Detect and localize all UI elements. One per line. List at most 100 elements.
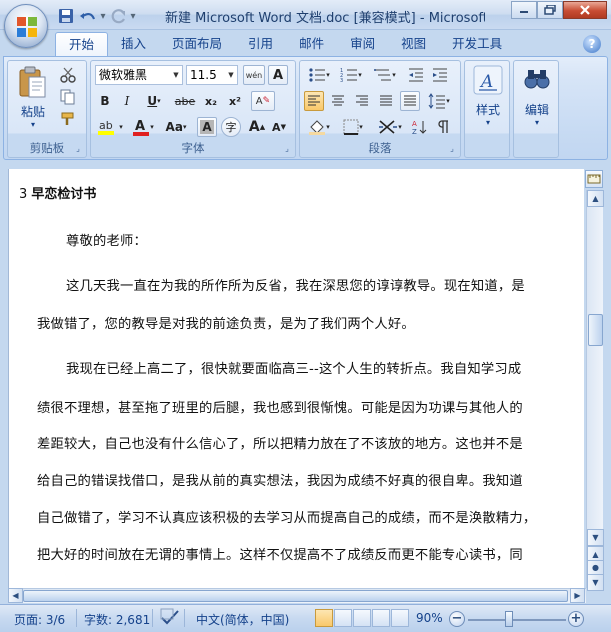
copy-icon[interactable] [58, 87, 78, 107]
clear-format-button[interactable]: A ✎ [251, 91, 275, 111]
status-divider [184, 609, 185, 627]
justify-icon[interactable] [376, 91, 396, 111]
font-name-select[interactable]: 微软雅黑 ▼ [95, 65, 183, 85]
font-size-select[interactable]: 11.5 ▼ [186, 65, 238, 85]
tab-insert[interactable]: 插入 [108, 32, 159, 56]
draft-view-icon[interactable] [391, 609, 409, 627]
document-page[interactable]: 3 早恋检讨书 尊敬的老师： 这几天我一直在为我的所作所为反省，我在深思您的谆谆… [8, 169, 584, 588]
tab-view[interactable]: 视图 [388, 32, 439, 56]
doc-line: 把大好的时间放在无谓的事情上。这样不仅提高不了成绩反而更不能专心读书，同 [37, 548, 523, 563]
word-count[interactable]: 字数: 2,681 [84, 611, 150, 628]
show-marks-icon[interactable] [434, 117, 454, 137]
italic-button[interactable]: I [117, 91, 137, 111]
bold-button[interactable]: B [95, 91, 115, 111]
zoom-level[interactable]: 90% [416, 611, 443, 625]
align-left-icon[interactable] [304, 91, 324, 111]
paste-dropdown-icon[interactable]: ▾ [31, 120, 35, 129]
underline-icon: U [147, 94, 158, 108]
chevron-down-icon: ▼ [228, 71, 234, 79]
shrink-font-button[interactable]: A ▼ [269, 117, 289, 137]
redo-icon[interactable] [108, 7, 128, 25]
view-ruler-button[interactable] [585, 170, 603, 188]
proofing-icon[interactable] [160, 608, 180, 629]
binoculars-icon [524, 70, 550, 89]
tab-page-layout[interactable]: 页面布局 [159, 32, 235, 56]
editing-button[interactable]: 编辑 ▾ [518, 65, 556, 127]
line-spacing-button[interactable]: ▾ [424, 91, 454, 111]
vertical-scroll-thumb[interactable] [588, 314, 603, 346]
zoom-out-icon[interactable]: − [449, 611, 465, 627]
full-screen-reading-icon[interactable] [334, 609, 352, 627]
change-case-button[interactable]: Aa ▾ [161, 117, 191, 137]
clipboard-launcher-icon[interactable]: ⌟ [73, 144, 83, 154]
cut-icon[interactable] [58, 65, 78, 85]
align-right-icon[interactable] [352, 91, 372, 111]
language-indicator[interactable]: 中文(简体，中国) [196, 611, 289, 628]
zoom-slider-handle[interactable] [505, 611, 513, 627]
highlight-button[interactable]: ab ▾ [95, 117, 125, 137]
doc-line: 给自己的错误找借口，是我从前的真实想法，我因为成绩不好真的很自卑。我知道 [37, 474, 523, 489]
grow-font-icon: A [248, 119, 260, 135]
superscript-icon: x² [229, 94, 241, 108]
enclose-char-button[interactable]: 字 [221, 117, 241, 137]
ribbon: 粘贴 ▾ 剪贴板 ⌟ 微软雅黑 ▼ 11.5 ▼ wén A B I U ▾ a… [3, 56, 608, 160]
align-center-icon[interactable] [328, 91, 348, 111]
save-icon[interactable] [56, 7, 76, 25]
borders-button[interactable]: ▾ [338, 117, 368, 137]
office-button[interactable] [4, 4, 48, 48]
web-layout-icon[interactable] [353, 609, 371, 627]
tab-developer[interactable]: 开发工具 [439, 32, 515, 56]
svg-text:3: 3 [340, 78, 343, 83]
scroll-up-icon[interactable]: ▲ [587, 190, 604, 207]
print-layout-icon[interactable] [315, 609, 333, 627]
shading-button[interactable]: ▾ [304, 117, 334, 137]
char-shading-button[interactable]: A [197, 117, 217, 137]
outline-view-icon[interactable] [372, 609, 390, 627]
char-border-button[interactable]: A [268, 65, 288, 85]
italic-icon: I [124, 94, 130, 108]
format-painter-icon[interactable] [58, 109, 78, 129]
sort-icon[interactable]: AZ [410, 117, 430, 137]
underline-button[interactable]: U ▾ [141, 91, 167, 111]
tab-review[interactable]: 审阅 [337, 32, 388, 56]
superscript-button[interactable]: x² [225, 91, 245, 111]
scroll-left-icon[interactable]: ◀ [8, 588, 23, 603]
bullets-button[interactable]: ▾ [304, 65, 334, 85]
tab-references[interactable]: 引用 [235, 32, 286, 56]
tab-home[interactable]: 开始 [55, 32, 109, 56]
increase-indent-icon[interactable] [430, 65, 450, 85]
numbering-button[interactable]: 1 2 3 ▾ [336, 65, 366, 85]
minimize-button[interactable] [511, 1, 537, 19]
font-launcher-icon[interactable]: ⌟ [282, 144, 292, 154]
strikethrough-button[interactable]: abe [171, 91, 199, 111]
help-icon[interactable]: ? [583, 35, 601, 53]
phonetic-guide-button[interactable]: wén [243, 65, 265, 85]
scroll-right-icon[interactable]: ▶ [570, 588, 585, 603]
undo-dropdown-icon[interactable]: ▾ [100, 11, 106, 22]
font-color-button[interactable]: A ▾ [129, 117, 157, 137]
scroll-down-icon[interactable]: ▼ [587, 529, 604, 546]
styles-button[interactable]: A 样式 ▾ [469, 65, 507, 127]
multilevel-list-button[interactable]: ▾ [370, 65, 400, 85]
page-indicator[interactable]: 页面: 3/6 [14, 611, 65, 628]
grow-font-button[interactable]: A ▲ [247, 117, 267, 137]
tab-mailings[interactable]: 邮件 [286, 32, 337, 56]
subscript-button[interactable]: x₂ [201, 91, 221, 111]
restore-button[interactable] [537, 1, 563, 19]
font-group-label: 字体 [181, 141, 205, 155]
chinese-layout-button[interactable]: ▾ [374, 117, 406, 137]
decrease-indent-icon[interactable] [406, 65, 426, 85]
vertical-scrollbar[interactable]: ▲ ▼ ▲ ● ▼ [586, 190, 604, 591]
distributed-icon[interactable] [400, 91, 420, 111]
customize-dropdown-icon[interactable]: ▾ [130, 11, 136, 22]
font-color-icon: A [133, 119, 150, 136]
close-button[interactable] [563, 1, 607, 19]
horizontal-scrollbar[interactable]: ◀ ▶ [8, 588, 586, 603]
next-page-icon[interactable]: ▼ [587, 574, 604, 591]
paste-button[interactable]: 粘贴 ▾ [14, 65, 52, 129]
paragraph-launcher-icon[interactable]: ⌟ [447, 144, 457, 154]
undo-icon[interactable] [78, 7, 98, 25]
zoom-slider[interactable] [468, 619, 566, 621]
horizontal-scroll-thumb[interactable] [23, 590, 568, 602]
zoom-in-icon[interactable]: + [568, 611, 584, 627]
